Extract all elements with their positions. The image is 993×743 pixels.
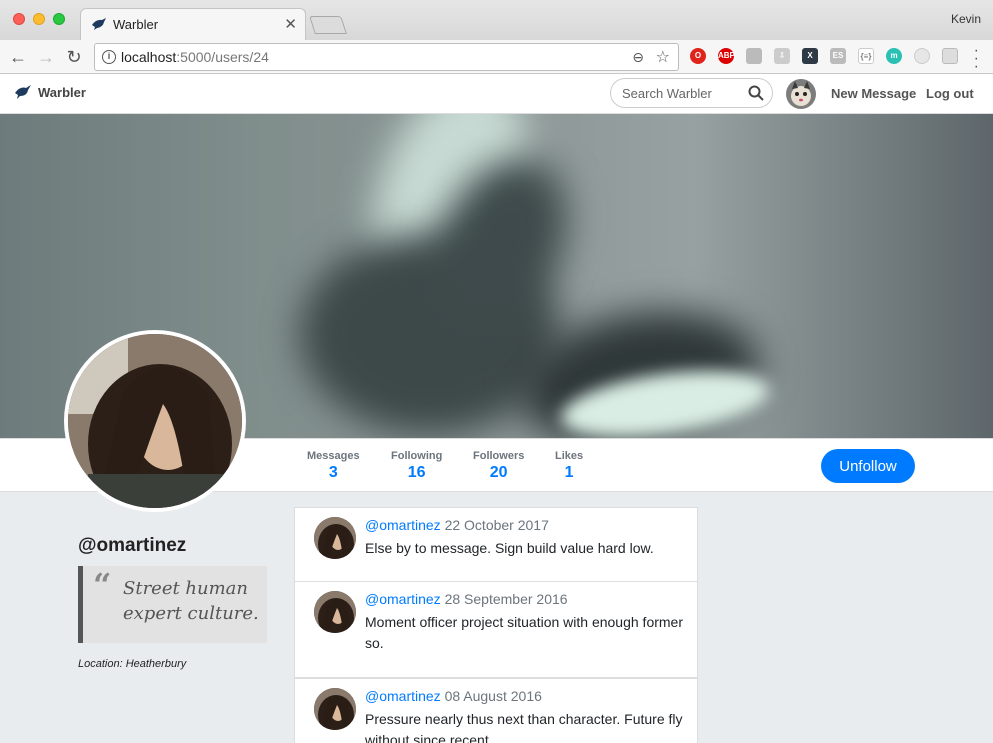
user-avatar[interactable] (786, 79, 816, 109)
adblock-extension-icon[interactable]: ABP (718, 48, 735, 64)
brand-name: Warbler (38, 84, 86, 100)
message-item[interactable]: @omartinez 28 September 2016 Moment offi… (295, 582, 697, 678)
tab-close-icon[interactable]: ✕ (284, 15, 297, 33)
message-avatar[interactable] (314, 688, 356, 730)
x-extension-icon[interactable]: X (802, 48, 818, 64)
stat-followers[interactable]: Followers 20 (473, 450, 524, 482)
opera-extension-icon[interactable]: O (690, 48, 706, 64)
message-text: Else by to message. Sign build value har… (365, 540, 654, 556)
message-item[interactable]: @omartinez 22 October 2017 Else by to me… (295, 508, 697, 582)
browser-titlebar: Warbler ✕ Kevin (0, 0, 993, 40)
json-extension-icon[interactable]: {≡} (858, 48, 874, 64)
bookmark-star-icon[interactable]: ☆ (656, 47, 670, 67)
m-extension-icon[interactable]: m (886, 48, 902, 64)
app-navbar: Warbler New Message Log out (0, 74, 993, 114)
browser-profile-name[interactable]: Kevin (951, 12, 981, 26)
reload-icon[interactable]: ↻ (62, 45, 86, 69)
es-extension-icon[interactable]: ES (830, 48, 846, 64)
new-tab-button[interactable] (309, 16, 347, 34)
bio-text: Street human expert culture. (123, 578, 259, 624)
shield-extension-icon[interactable] (746, 48, 762, 64)
browser-menu-icon[interactable]: · · · (974, 43, 979, 75)
back-arrow-icon[interactable]: ← (6, 45, 30, 69)
messages-list: @omartinez 22 October 2017 Else by to me… (294, 507, 698, 743)
bio-blockquote: “ Street human expert culture. (78, 566, 267, 643)
tab-title: Warbler (113, 17, 159, 32)
brand-link[interactable]: Warbler (14, 84, 86, 100)
quote-icon: “ (93, 566, 112, 604)
message-username-link[interactable]: @omartinez (365, 688, 441, 704)
message-date: 22 October 2017 (444, 517, 549, 533)
new-message-link[interactable]: New Message (831, 86, 916, 101)
zoom-icon[interactable]: ⊖ (632, 49, 644, 66)
address-bar[interactable]: i localhost:5000/users/24 ⊖ ☆ (94, 43, 679, 71)
profile-username: @omartinez (78, 535, 187, 556)
browser-tab[interactable]: Warbler ✕ (80, 8, 306, 40)
circle-extension-icon[interactable] (914, 48, 930, 64)
warbler-bird-icon (92, 18, 106, 30)
message-avatar[interactable] (314, 591, 356, 633)
stat-following[interactable]: Following 16 (391, 450, 442, 482)
maximize-window-button[interactable] (53, 13, 65, 25)
message-username-link[interactable]: @omartinez (365, 591, 441, 607)
search-icon[interactable] (748, 85, 764, 101)
url-text[interactable]: localhost:5000/users/24 (121, 49, 269, 65)
message-text: Moment officer project situation with en… (365, 614, 684, 651)
message-date: 28 September 2016 (444, 591, 568, 607)
info-icon[interactable]: i (102, 50, 116, 64)
message-username-link[interactable]: @omartinez (365, 517, 441, 533)
stat-messages[interactable]: Messages 3 (307, 450, 360, 482)
message-item[interactable]: @omartinez 08 August 2016 Pressure nearl… (295, 678, 697, 743)
profile-location: Location: Heatherbury (78, 658, 187, 670)
message-date: 08 August 2016 (444, 688, 542, 704)
unfollow-button[interactable]: Unfollow (821, 449, 915, 483)
download-extension-icon[interactable]: ⇩ (774, 48, 790, 64)
gear-extension-icon[interactable] (942, 48, 958, 64)
warbler-logo-icon (15, 85, 31, 99)
stat-likes[interactable]: Likes 1 (555, 450, 583, 482)
logout-link[interactable]: Log out (926, 86, 974, 101)
browser-toolbar: ← → ↻ i localhost:5000/users/24 ⊖ ☆ O AB… (0, 40, 993, 75)
message-avatar[interactable] (314, 517, 356, 559)
search-box (610, 78, 773, 108)
forward-arrow-icon[interactable]: → (34, 45, 58, 69)
search-input[interactable] (622, 86, 747, 101)
minimize-window-button[interactable] (33, 13, 45, 25)
profile-picture (64, 330, 246, 512)
message-text: Pressure nearly thus next than character… (365, 711, 683, 743)
close-window-button[interactable] (13, 13, 25, 25)
